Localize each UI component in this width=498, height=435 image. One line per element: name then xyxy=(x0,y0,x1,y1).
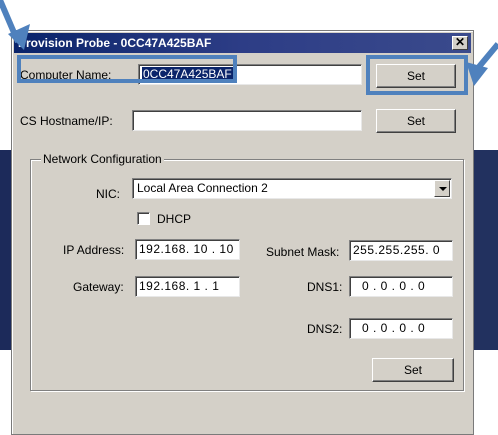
dns1-field[interactable]: 0 . 0 . 0 . 0 xyxy=(349,276,453,297)
subnet-mask-field[interactable]: 255.255.255. 0 xyxy=(349,240,453,261)
close-button[interactable]: ✕ xyxy=(452,36,468,50)
set-button-highlight xyxy=(366,55,468,95)
cs-hostname-set-button[interactable]: Set xyxy=(376,109,456,133)
gateway-label: Gateway: xyxy=(73,280,124,294)
dropdown-arrow-icon[interactable] xyxy=(434,180,450,197)
dhcp-label: DHCP xyxy=(157,212,192,226)
network-set-button[interactable]: Set xyxy=(372,358,454,382)
close-icon: ✕ xyxy=(454,35,466,49)
dhcp-checkbox[interactable] xyxy=(137,212,150,225)
title-bar: Provision Probe - 0CC47A425BAF ✕ xyxy=(14,33,471,53)
dns1-label: DNS1: xyxy=(307,280,343,294)
network-configuration-group: Network Configuration NIC: Local Area Co… xyxy=(30,152,464,391)
nic-selected-value: Local Area Connection 2 xyxy=(137,181,268,195)
computer-name-highlight xyxy=(17,55,237,83)
cs-hostname-label: CS Hostname/IP: xyxy=(20,114,113,128)
desktop-edge-right xyxy=(474,0,498,435)
desktop-edge-left xyxy=(0,0,11,435)
nic-select[interactable]: Local Area Connection 2 xyxy=(132,178,452,199)
nic-label: NIC: xyxy=(96,187,120,201)
subnet-mask-label: Subnet Mask: xyxy=(266,245,340,259)
cs-hostname-field[interactable] xyxy=(132,110,362,131)
ip-address-field[interactable]: 192.168. 10 . 10 xyxy=(135,239,240,260)
ip-address-label: IP Address: xyxy=(63,243,125,257)
dns2-field[interactable]: 0 . 0 . 0 . 0 xyxy=(349,318,453,339)
network-configuration-label: Network Configuration xyxy=(41,152,164,166)
dns2-label: DNS2: xyxy=(307,322,343,336)
window-title: Provision Probe - 0CC47A425BAF xyxy=(18,36,212,50)
gateway-field[interactable]: 192.168. 1 . 1 xyxy=(135,276,240,297)
